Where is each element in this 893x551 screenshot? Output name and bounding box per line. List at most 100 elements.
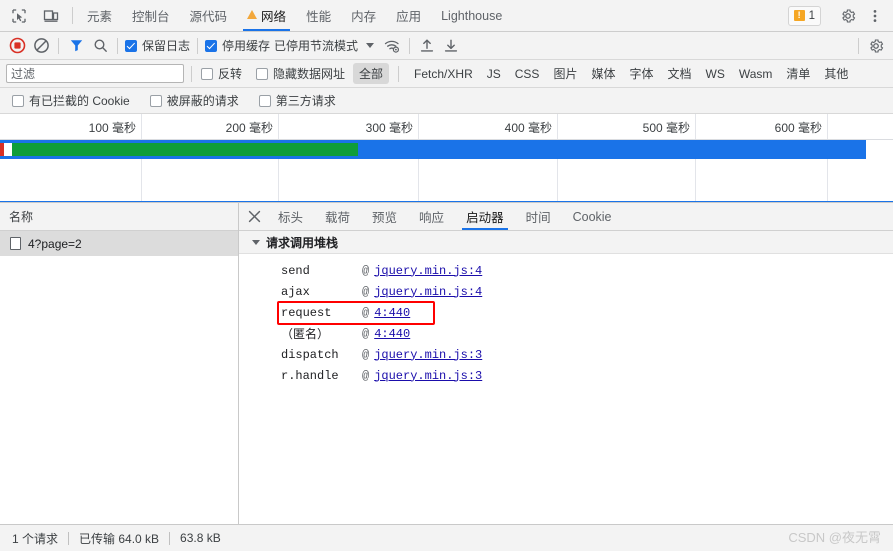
tabbar-divider bbox=[72, 7, 73, 24]
hide-data-urls-label: 隐藏数据网址 bbox=[273, 67, 346, 81]
inspect-element-icon[interactable] bbox=[6, 3, 32, 29]
call-stack-frame: send @ jquery.min.js:4 bbox=[239, 260, 893, 281]
search-icon[interactable] bbox=[88, 35, 112, 57]
tab-elements-label: 元素 bbox=[87, 10, 113, 24]
call-stack-frame: ajax @ jquery.min.js:4 bbox=[239, 281, 893, 302]
close-icon[interactable] bbox=[241, 203, 267, 230]
tab-performance[interactable]: 性能 bbox=[296, 0, 341, 31]
call-stack-frame: r.handle @ jquery.min.js:3 bbox=[239, 365, 893, 386]
gear-icon[interactable] bbox=[836, 4, 860, 28]
chevron-down-icon bbox=[252, 239, 260, 245]
type-filter-font[interactable]: 字体 bbox=[623, 63, 659, 84]
tab-payload[interactable]: 载荷 bbox=[314, 203, 361, 230]
type-filter-manifest[interactable]: 清单 bbox=[780, 63, 816, 84]
record-stop-icon[interactable] bbox=[5, 35, 29, 57]
disable-cache-label: 停用缓存 bbox=[222, 39, 271, 53]
status-divider-2 bbox=[169, 531, 171, 545]
tab-cookies[interactable]: Cookie bbox=[562, 203, 623, 230]
overview-selection-line bbox=[0, 201, 893, 202]
type-filter-js[interactable]: JS bbox=[481, 65, 507, 83]
call-stack-frame: dispatch @ jquery.min.js:3 bbox=[239, 344, 893, 365]
more-vertical-icon[interactable] bbox=[863, 4, 887, 28]
tab-lighthouse-label: Lighthouse bbox=[441, 8, 503, 23]
type-filter-fetch-xhr[interactable]: Fetch/XHR bbox=[408, 65, 479, 83]
type-filter-other[interactable]: 其他 bbox=[818, 63, 854, 84]
blocked-cookies-checkbox[interactable]: 有已拦截的 Cookie bbox=[10, 92, 132, 109]
frame-at-symbol: @ bbox=[362, 326, 370, 341]
tab-lighthouse[interactable]: Lighthouse bbox=[431, 0, 512, 31]
frame-function-name: ajax bbox=[281, 284, 310, 299]
warning-count-badge[interactable]: ! 1 bbox=[787, 5, 821, 26]
type-filter-doc[interactable]: 文档 bbox=[661, 63, 697, 84]
tab-console[interactable]: 控制台 bbox=[122, 0, 180, 31]
type-filter-img[interactable]: 图片 bbox=[547, 63, 583, 84]
request-list-panel: 名称 4?page=2 bbox=[0, 203, 239, 524]
preserve-log-checkbox-box bbox=[125, 39, 137, 52]
preserve-log-checkbox[interactable]: 保留日志 bbox=[123, 37, 192, 54]
network-overview[interactable]: 100 毫秒 200 毫秒 300 毫秒 400 毫秒 500 毫秒 600 毫… bbox=[0, 114, 893, 203]
tab-headers[interactable]: 标头 bbox=[267, 203, 314, 230]
network-status-bar: 1 个请求 已传输 64.0 kB 63.8 kB bbox=[0, 524, 893, 551]
frame-source-link[interactable]: jquery.min.js:4 bbox=[374, 264, 482, 278]
tab-timing[interactable]: 时间 bbox=[515, 203, 562, 230]
tab-memory-label: 内存 bbox=[351, 10, 377, 24]
toolbar-divider-1 bbox=[58, 37, 59, 54]
request-call-stack-header[interactable]: 请求调用堆栈 bbox=[239, 231, 893, 254]
tab-application[interactable]: 应用 bbox=[386, 0, 431, 31]
tab-sources[interactable]: 源代码 bbox=[180, 0, 238, 31]
frame-function-name: request bbox=[281, 305, 332, 320]
frame-source-link[interactable]: 4:440 bbox=[374, 327, 410, 341]
hide-data-urls-checkbox-box bbox=[256, 67, 269, 80]
tab-application-label: 应用 bbox=[396, 10, 422, 24]
status-request-count: 1 个请求 bbox=[12, 531, 59, 546]
tab-preview[interactable]: 预览 bbox=[361, 203, 408, 230]
table-row[interactable]: 4?page=2 bbox=[0, 231, 238, 256]
overview-band-blue bbox=[358, 143, 866, 156]
tab-network-label: 网络 bbox=[261, 10, 287, 24]
type-filter-ws[interactable]: WS bbox=[700, 65, 731, 83]
invert-checkbox[interactable]: 反转 bbox=[199, 65, 244, 82]
type-filter-all[interactable]: 全部 bbox=[353, 63, 390, 84]
toolbar-divider-5 bbox=[858, 37, 859, 54]
status-resources: 63.8 kB bbox=[180, 531, 221, 545]
disable-cache-checkbox[interactable]: 停用缓存 bbox=[203, 37, 272, 54]
tab-response[interactable]: 响应 bbox=[408, 203, 455, 230]
call-stack-frame-highlighted: request @ 4:440 bbox=[239, 301, 893, 325]
frame-at-symbol: @ bbox=[362, 368, 370, 383]
blocked-requests-checkbox[interactable]: 被屏蔽的请求 bbox=[148, 92, 241, 109]
throttling-select-label[interactable]: 已停用节流模式 bbox=[272, 37, 360, 54]
clear-network-icon[interactable] bbox=[29, 35, 53, 57]
type-filter-media[interactable]: 媒体 bbox=[585, 63, 621, 84]
frame-source-link[interactable]: jquery.min.js:4 bbox=[374, 285, 482, 299]
hide-data-urls-checkbox[interactable]: 隐藏数据网址 bbox=[254, 65, 347, 82]
panel-tabs: 元素 控制台 源代码 网络 性能 内存 应用 Lighthouse bbox=[77, 0, 788, 31]
resource-type-filters: 全部 Fetch/XHR JS CSS 图片 媒体 字体 文档 WS Wasm … bbox=[353, 63, 854, 84]
frame-source-link[interactable]: jquery.min.js:3 bbox=[374, 348, 482, 362]
filter-input[interactable] bbox=[6, 64, 184, 83]
blocked-cookies-label: 有已拦截的 Cookie bbox=[29, 94, 130, 108]
chevron-down-icon[interactable] bbox=[366, 43, 375, 48]
network-settings-gear-icon[interactable] bbox=[864, 35, 888, 57]
frame-source-link[interactable]: 4:440 bbox=[374, 306, 410, 320]
frame-source-link[interactable]: jquery.min.js:3 bbox=[374, 369, 482, 383]
column-header-name: 名称 bbox=[9, 210, 34, 224]
export-har-icon[interactable] bbox=[439, 35, 463, 57]
tab-initiator[interactable]: 启动器 bbox=[455, 203, 515, 230]
blocked-requests-label: 被屏蔽的请求 bbox=[166, 94, 239, 108]
overview-band-green bbox=[12, 143, 358, 156]
type-filter-wasm[interactable]: Wasm bbox=[733, 65, 779, 83]
device-toolbar-icon[interactable] bbox=[38, 3, 64, 29]
frame-function-name: r.handle bbox=[281, 368, 339, 383]
tab-memory[interactable]: 内存 bbox=[341, 0, 386, 31]
third-party-checkbox[interactable]: 第三方请求 bbox=[257, 92, 338, 109]
request-list-header[interactable]: 名称 bbox=[0, 203, 238, 231]
warning-triangle-icon bbox=[247, 10, 258, 19]
import-har-icon[interactable] bbox=[415, 35, 439, 57]
toolbar-divider-2 bbox=[117, 37, 118, 54]
devtools-window: 元素 控制台 源代码 网络 性能 内存 应用 Lighthouse ! 1 保留… bbox=[0, 0, 893, 551]
type-filter-css[interactable]: CSS bbox=[509, 65, 546, 83]
filter-funnel-icon[interactable] bbox=[64, 35, 88, 57]
tab-elements[interactable]: 元素 bbox=[77, 0, 122, 31]
network-conditions-icon[interactable] bbox=[380, 35, 404, 57]
tab-network[interactable]: 网络 bbox=[237, 0, 296, 31]
